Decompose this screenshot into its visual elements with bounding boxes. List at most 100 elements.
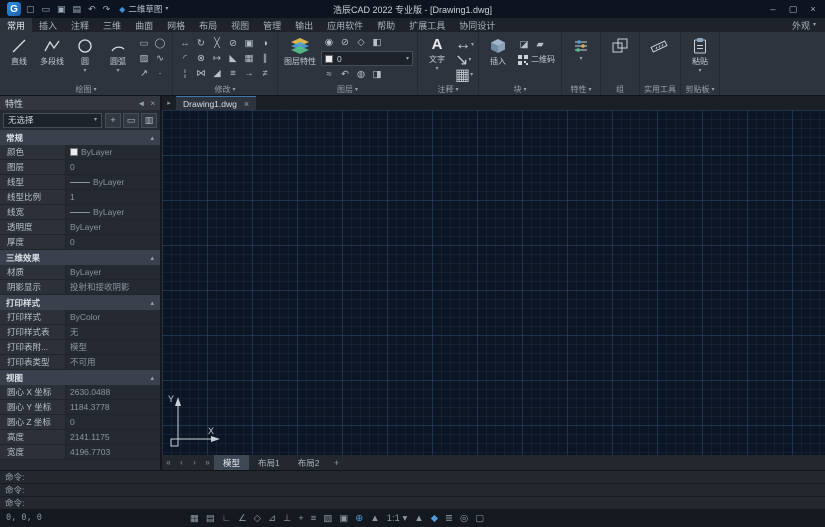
measure-button[interactable] [644, 34, 674, 55]
join-icon[interactable]: ⋈ [193, 66, 209, 81]
new-file-icon[interactable]: ▢ [26, 4, 35, 15]
group-button[interactable] [605, 34, 635, 55]
property-value[interactable]: ByLayer [66, 205, 160, 219]
property-row[interactable]: 线型 ByLayer [0, 175, 160, 190]
group-group-label[interactable]: 组 [605, 84, 635, 95]
property-value[interactable]: 0 [66, 235, 160, 249]
move-icon[interactable]: ↔ [177, 36, 193, 51]
paste-button[interactable]: 粘贴 ▾ [685, 34, 715, 74]
property-value[interactable]: 4196.7703 [66, 445, 160, 459]
layout-tab[interactable]: 布局1 [249, 455, 289, 470]
property-row[interactable]: 打印样式表 无 [0, 325, 160, 340]
text-button[interactable]: A 文字 ▾ [422, 34, 452, 72]
rotate-icon[interactable]: ↻ [193, 36, 209, 51]
mirror-icon[interactable]: ◑ [257, 36, 273, 51]
undo-icon[interactable]: ↶ [88, 4, 96, 15]
fillet-icon[interactable]: ◜ [177, 51, 193, 66]
arc-button[interactable]: 圆弧 ▾ [103, 34, 133, 74]
spline-icon[interactable]: ∿ [152, 51, 168, 66]
property-value[interactable]: 0 [66, 415, 160, 429]
insert-block-button[interactable]: 插入 [483, 34, 513, 67]
scale-icon[interactable]: ◣ [225, 51, 241, 66]
add-layout-button[interactable]: + [328, 458, 344, 468]
document-tab[interactable]: Drawing1.dwg × [176, 96, 256, 110]
redo-icon[interactable]: ↷ [103, 4, 111, 15]
object-snap-icon[interactable]: ◇ [254, 513, 261, 524]
ribbon-tab[interactable]: 帮助 [370, 18, 402, 32]
workspace-switcher[interactable]: ◆ 二维草图 ▾ [119, 3, 168, 15]
property-row[interactable]: 打印表附... 模型 [0, 340, 160, 355]
select-objects-icon[interactable]: ▭ [123, 113, 139, 128]
selection-type-select[interactable]: 无选择 ▾ [3, 113, 102, 128]
point-icon[interactable]: ∙ [152, 66, 168, 81]
property-row[interactable]: 阴影显示 投射和接收阴影 [0, 280, 160, 295]
chamfer-icon[interactable]: ◢ [209, 66, 225, 81]
ribbon-tab[interactable]: 三维 [96, 18, 128, 32]
ribbon-tab[interactable]: 输出 [288, 18, 320, 32]
property-value[interactable]: 模型 [66, 340, 160, 354]
ribbon-tab[interactable]: 管理 [256, 18, 288, 32]
appearance-menu[interactable]: 外观 ▾ [783, 18, 825, 32]
property-row[interactable]: 宽度 4196.7703 [0, 445, 160, 460]
ellipse-icon[interactable]: ◯ [152, 36, 168, 51]
property-value[interactable]: 投射和接收阴影 [66, 280, 160, 294]
property-value[interactable]: ByColor [66, 310, 160, 324]
annotation-visibility-icon[interactable]: ▲ [370, 513, 379, 524]
layer-on-icon[interactable]: ◉ [321, 35, 337, 50]
drawing-canvas[interactable]: Y X [162, 110, 825, 455]
annotate-group-label[interactable]: 注释 ▾ [422, 84, 474, 95]
qrcode-button[interactable]: 二维码 [516, 52, 557, 67]
print-icon[interactable]: ▤ [73, 4, 82, 15]
hatch-icon[interactable]: ▨ [136, 51, 152, 66]
modify-group-label[interactable]: 修改 ▾ [177, 84, 273, 95]
property-value[interactable]: 0 [66, 160, 160, 174]
layer-off-icon[interactable]: ⊘ [337, 35, 353, 50]
align-icon[interactable]: ≡ [225, 66, 241, 81]
erase-icon[interactable]: ⊘ [225, 36, 241, 51]
property-row[interactable]: 打印样式 ByColor [0, 310, 160, 325]
minimize-button[interactable]: – [763, 1, 783, 17]
grid-display-icon[interactable]: ▤ [206, 513, 215, 524]
isolate-objects-icon[interactable]: ◎ [460, 513, 468, 524]
property-value[interactable]: 2630.0488 [66, 385, 160, 399]
palette-header[interactable]: 特性 ◄× [0, 96, 160, 110]
property-row[interactable]: 材质 ByLayer [0, 265, 160, 280]
last-layout-icon[interactable]: » [201, 458, 214, 467]
property-row[interactable]: 高度 2141.1175 [0, 430, 160, 445]
property-value[interactable]: 1 [66, 190, 160, 204]
property-row[interactable]: 圆心 Z 坐标 0 [0, 415, 160, 430]
auto-hide-icon[interactable]: ◄ [137, 99, 145, 108]
ray-icon[interactable]: ↗ [136, 66, 152, 81]
prev-layout-icon[interactable]: ‹ [175, 458, 188, 467]
ribbon-tab[interactable]: 网格 [160, 18, 192, 32]
ribbon-tab[interactable]: 曲面 [128, 18, 160, 32]
block-group-label[interactable]: 块 ▾ [483, 84, 557, 95]
rectangle-icon[interactable]: ▭ [136, 36, 152, 51]
ribbon-tab[interactable]: 注释 [64, 18, 96, 32]
toggle-pickadd-icon[interactable]: + [105, 113, 121, 128]
properties-button[interactable]: ▾ [566, 34, 596, 62]
layer-match-icon[interactable]: ≈ [321, 67, 337, 82]
property-row[interactable]: 颜色 ByLayer [0, 145, 160, 160]
circle-button[interactable]: 圆 ▾ [70, 34, 100, 74]
property-row[interactable]: 透明度 ByLayer [0, 220, 160, 235]
tab-close-icon[interactable]: × [244, 99, 249, 109]
transparency-icon[interactable]: ▨ [323, 513, 332, 524]
ribbon-tab[interactable]: 插入 [32, 18, 64, 32]
array-icon[interactable]: ▦ [241, 51, 257, 66]
section-header-general[interactable]: 常规 ▴ [0, 130, 160, 145]
property-value[interactable]: ByLayer [66, 220, 160, 234]
ribbon-tab[interactable]: 扩展工具 [402, 18, 452, 32]
section-header-view[interactable]: 视图 ▴ [0, 370, 160, 385]
object-snap-tracking-icon[interactable]: ⊿ [268, 513, 276, 524]
copy-icon[interactable]: ▣ [241, 36, 257, 51]
table-icon[interactable]: ▦ [455, 65, 470, 85]
dynamic-input-icon[interactable]: + [298, 513, 304, 524]
ribbon-tab[interactable]: 视图 [224, 18, 256, 32]
ortho-icon[interactable]: ∟ [222, 513, 231, 524]
selection-cycling-icon[interactable]: ▣ [339, 513, 348, 524]
section-header-3d-effects[interactable]: 三维效果 ▴ [0, 250, 160, 265]
property-value[interactable]: 无 [66, 325, 160, 339]
zoom-icon[interactable]: ⊕ [355, 513, 363, 524]
property-row[interactable]: 打印表类型 不可用 [0, 355, 160, 370]
